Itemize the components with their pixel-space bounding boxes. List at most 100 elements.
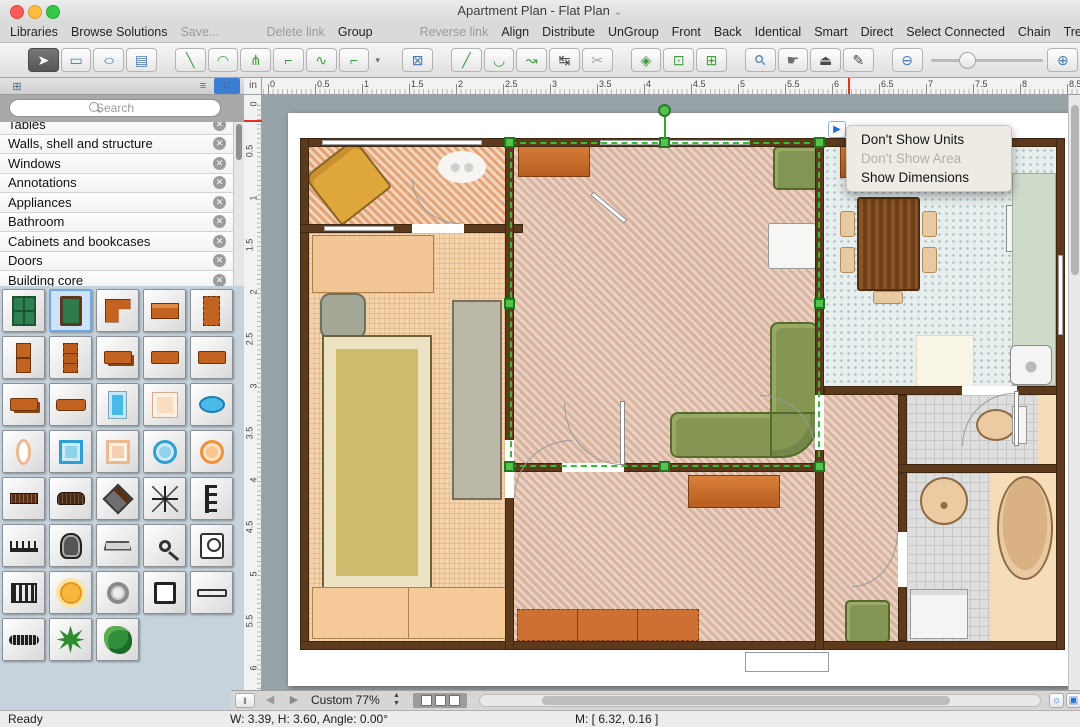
category-list-scrollbar[interactable]: [233, 122, 244, 286]
menu-item-align[interactable]: Align: [501, 25, 529, 39]
washing-machine[interactable]: [910, 589, 968, 639]
palette-item-ring-fixture[interactable]: [96, 571, 139, 614]
zoom-out-button[interactable]: ⊖: [891, 48, 923, 72]
palette-item-bath-oval[interactable]: [190, 383, 233, 426]
palette-item-pool-table[interactable]: [49, 289, 92, 332]
remove-category-icon[interactable]: ✕: [213, 195, 226, 209]
distribute-points-tool-button[interactable]: ↹: [549, 48, 580, 72]
kitchen-rug[interactable]: [916, 335, 974, 387]
direct-connector-tool-button[interactable]: ╲: [174, 48, 206, 72]
page-thumbnails[interactable]: [413, 693, 467, 708]
office-chair[interactable]: [320, 293, 366, 339]
menu-item-group[interactable]: Group: [338, 25, 373, 39]
palette-item-board-vertical[interactable]: [190, 289, 233, 332]
menu-item-identical[interactable]: Identical: [755, 25, 802, 39]
category-row-windows[interactable]: Windows ✕: [0, 154, 244, 174]
kitchen-sink[interactable]: [1010, 345, 1052, 385]
previous-page-button[interactable]: ◀: [259, 693, 281, 708]
zoom-slider[interactable]: [930, 48, 1043, 72]
scrollbar-thumb[interactable]: [236, 124, 242, 160]
remove-category-icon[interactable]: ✕: [213, 254, 226, 268]
next-page-button[interactable]: ▶: [283, 693, 305, 708]
palette-item-armchair-rounded[interactable]: [49, 524, 92, 567]
drawing-canvas[interactable]: ▶ Don't Show Units Don't Show Area Show Di…: [262, 95, 1068, 690]
search-input[interactable]: [9, 99, 221, 117]
curve-connector-tool-button[interactable]: ∿: [305, 48, 337, 72]
group-shapes-tool-button[interactable]: ⊞: [696, 48, 727, 72]
title-chevron-icon[interactable]: ⌄: [613, 6, 622, 18]
palette-item-spa-round-orange[interactable]: [190, 430, 233, 473]
palette-item-monitor-unit[interactable]: [190, 524, 233, 567]
zoom-stepper[interactable]: ▲ ▼: [393, 692, 400, 708]
window-kitchen-right[interactable]: [1058, 255, 1063, 335]
remove-category-icon[interactable]: ✕: [213, 273, 226, 286]
wall-wc-bottom[interactable]: [898, 464, 1057, 473]
remove-category-icon[interactable]: ✕: [213, 156, 226, 170]
zoom-in-button[interactable]: ⊕: [1047, 48, 1079, 72]
window-entry-bottom[interactable]: [324, 226, 394, 231]
tree-connector-tool-button[interactable]: ⋔: [240, 48, 272, 72]
selection-handle-mid-right[interactable]: [814, 298, 825, 309]
desk[interactable]: [312, 235, 434, 293]
vertical-scrollbar[interactable]: [1068, 95, 1080, 690]
remove-category-icon[interactable]: ✕: [213, 215, 226, 229]
selection-handle-mid-left[interactable]: [504, 298, 515, 309]
wall-kitchen-bottom[interactable]: [824, 386, 1057, 395]
palette-item-cabinet-tall-2[interactable]: [49, 336, 92, 379]
cabinet-row[interactable]: [312, 587, 506, 639]
palette-item-shelf-thin[interactable]: [190, 571, 233, 614]
context-menu-item-don-t-show-units[interactable]: Don't Show Units: [847, 130, 1011, 149]
rectangle-tool-button[interactable]: ▭: [60, 48, 92, 72]
category-row-building-core[interactable]: Building core ✕: [0, 271, 244, 286]
arc-tool-button[interactable]: ◡: [483, 48, 515, 72]
balcony-door[interactable]: [745, 652, 829, 672]
palette-item-table-long[interactable]: [49, 383, 92, 426]
selection-handle-top-right[interactable]: [814, 137, 825, 148]
list-view-icon[interactable]: ≡: [192, 78, 214, 94]
category-row-cabinets-and-bookcases[interactable]: Cabinets and bookcases ✕: [0, 232, 244, 252]
remove-category-icon[interactable]: ✕: [213, 137, 226, 151]
bathroom-sink[interactable]: [920, 477, 968, 525]
zoom-slider-knob[interactable]: [958, 52, 976, 69]
palette-item-pool-round-blue[interactable]: [143, 430, 186, 473]
snap-settings-icon[interactable]: ☼: [1049, 693, 1064, 708]
menu-item-ungroup[interactable]: UnGroup: [608, 25, 659, 39]
menu-item-libraries[interactable]: Libraries: [10, 25, 58, 39]
palette-item-table-horizontal-2[interactable]: [190, 336, 233, 379]
selection-handle-top-mid[interactable]: [659, 137, 670, 148]
select-tool-button[interactable]: ➤: [28, 48, 59, 72]
rotation-handle[interactable]: [658, 104, 671, 117]
elbow-connector-tool-button[interactable]: ⌐: [273, 48, 304, 72]
category-row-annotations[interactable]: Annotations ✕: [0, 173, 244, 193]
palette-item-sofa-horizontal[interactable]: [96, 336, 139, 379]
tree-view-icon[interactable]: ⊞: [4, 78, 30, 94]
dining-chair[interactable]: [840, 211, 855, 237]
selection-handle-bottom-mid[interactable]: [659, 461, 670, 472]
palette-item-corner-desk[interactable]: [96, 289, 139, 332]
wall-bathroom-left[interactable]: [898, 395, 907, 641]
palette-item-column-square[interactable]: [143, 571, 186, 614]
arc-connector-tool-button[interactable]: ◠: [207, 48, 239, 72]
remove-category-icon[interactable]: ✕: [213, 122, 226, 131]
context-menu-item-show-dimensions[interactable]: Show Dimensions: [847, 168, 1011, 187]
search-view-icon[interactable]: ⚲: [214, 78, 240, 94]
palette-item-rack-vertical[interactable]: [190, 477, 233, 520]
action-button-icon[interactable]: ▶: [828, 121, 846, 138]
palette-item-table-horizontal-3[interactable]: [2, 383, 45, 426]
dining-chair[interactable]: [840, 247, 855, 273]
palette-item-mirror-oval[interactable]: [2, 430, 45, 473]
ellipse-tool-button[interactable]: ○: [93, 48, 125, 72]
wall-left[interactable]: [300, 138, 309, 650]
palette-item-bath-rectangular[interactable]: [96, 383, 139, 426]
line-tool-button[interactable]: ╱: [450, 48, 482, 72]
palette-item-rack-horizontal[interactable]: [2, 524, 45, 567]
category-row-bathroom[interactable]: Bathroom ✕: [0, 212, 244, 232]
rug[interactable]: [322, 335, 432, 590]
pan-tool-button[interactable]: ☛: [777, 48, 809, 72]
selection-handle-top-left[interactable]: [504, 137, 515, 148]
palette-item-spa-square-blue[interactable]: [49, 430, 92, 473]
menu-item-distribute[interactable]: Distribute: [542, 25, 595, 39]
palette-item-table-horizontal-1[interactable]: [143, 336, 186, 379]
rounded-connector-tool-button[interactable]: ⌐: [338, 48, 370, 72]
category-row-appliances[interactable]: Appliances ✕: [0, 193, 244, 213]
